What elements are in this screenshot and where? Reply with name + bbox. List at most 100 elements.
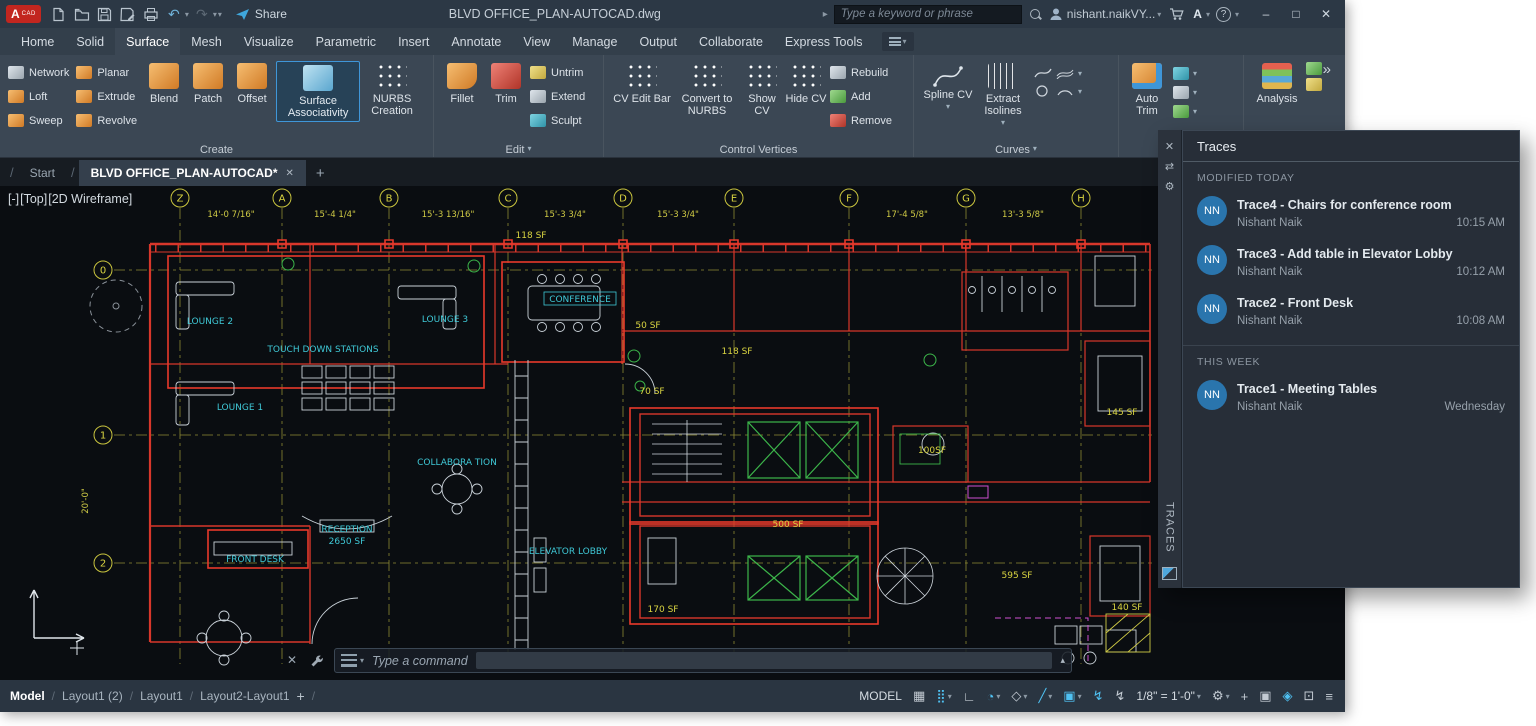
extend-button[interactable]: Extend xyxy=(530,86,585,107)
annotation-autoscale-toggle[interactable]: ↯ xyxy=(1111,686,1130,706)
commandline-close-icon[interactable]: ✕ xyxy=(287,653,297,667)
curvature-analysis-icon[interactable] xyxy=(1306,62,1322,75)
tab-model[interactable]: Model xyxy=(10,689,45,703)
close-button[interactable]: ✕ xyxy=(1311,2,1341,26)
undo-dropdown-icon[interactable]: ▾ xyxy=(185,10,189,19)
remove-button[interactable]: Remove xyxy=(830,110,892,131)
customization-button[interactable]: ≡ xyxy=(1321,687,1337,706)
graphics-performance-toggle[interactable]: ◈ xyxy=(1279,686,1297,706)
workspace-switching[interactable]: ⚙▾ xyxy=(1208,686,1234,706)
surface-associativity-toggle[interactable]: Surface Associativity xyxy=(276,61,360,122)
ribbon-expand-icon[interactable]: » xyxy=(1323,61,1331,78)
annotation-scale-button[interactable]: 1/8" = 1'-0"▾ xyxy=(1132,687,1205,705)
show-cv-button[interactable]: Show CV xyxy=(740,59,784,117)
blend-button[interactable]: Blend xyxy=(142,59,186,105)
loft-button[interactable]: Loft xyxy=(8,86,69,107)
new-file-icon[interactable] xyxy=(49,4,69,24)
extract-isolines-button[interactable]: Extract Isolines▾ xyxy=(976,59,1030,129)
annotation-monitor-toggle[interactable]: + xyxy=(1237,687,1253,706)
trace-item[interactable]: NN Trace3 - Add table in Elevator Lobby … xyxy=(1183,237,1519,286)
save-icon[interactable] xyxy=(95,4,115,24)
plot-icon[interactable] xyxy=(141,4,161,24)
save-as-icon[interactable] xyxy=(118,4,138,24)
ribbon-display-toggle[interactable]: ▾ xyxy=(882,32,914,51)
curve-circle-icon[interactable] xyxy=(1034,85,1052,97)
object-snap-tracking-toggle[interactable]: ╱▾ xyxy=(1034,686,1056,706)
annotation-visibility-toggle[interactable]: ↯ xyxy=(1089,686,1108,706)
search-icon[interactable] xyxy=(1028,7,1043,22)
maximize-button[interactable]: □ xyxy=(1281,2,1311,26)
add-button[interactable]: Add xyxy=(830,86,892,107)
isolate-objects-toggle[interactable]: ▣ xyxy=(1255,686,1275,706)
autodesk-access-icon[interactable]: A xyxy=(1193,7,1202,21)
tab-output[interactable]: Output xyxy=(628,28,688,55)
cart-icon[interactable] xyxy=(1167,4,1187,24)
hide-cv-button[interactable]: Hide CV xyxy=(784,59,828,105)
snap-mode-toggle[interactable]: ⣿▾ xyxy=(932,686,956,706)
commandline-customize-icon[interactable] xyxy=(310,654,324,673)
undo-icon[interactable]: ↶ xyxy=(164,4,184,24)
trace-item[interactable]: NN Trace1 - Meeting Tables Nishant NaikW… xyxy=(1183,372,1519,421)
command-history-field[interactable] xyxy=(476,652,1053,669)
project-to-view-icon[interactable] xyxy=(1173,86,1189,99)
trace-display-icon[interactable] xyxy=(1162,567,1177,580)
tab-layout2-layout1[interactable]: Layout2-Layout1 xyxy=(200,689,289,703)
tab-annotate[interactable]: Annotate xyxy=(440,28,512,55)
palette-properties-icon[interactable]: ⚙ xyxy=(1165,176,1175,196)
tab-parametric[interactable]: Parametric xyxy=(305,28,387,55)
new-layout-icon[interactable]: + xyxy=(297,688,305,704)
share-button[interactable]: Share xyxy=(235,7,287,21)
trim-button[interactable]: Trim xyxy=(484,59,528,105)
cv-edit-bar-button[interactable]: CV Edit Bar xyxy=(610,59,674,105)
redo-dropdown-icon[interactable]: ▾ xyxy=(213,10,217,19)
model-space-toggle[interactable]: MODEL xyxy=(855,687,906,705)
offset-curve-icon[interactable] xyxy=(1056,67,1074,79)
search-input[interactable] xyxy=(834,5,1022,24)
tab-visualize[interactable]: Visualize xyxy=(233,28,305,55)
tab-mesh[interactable]: Mesh xyxy=(180,28,233,55)
tab-solid[interactable]: Solid xyxy=(65,28,115,55)
palette-autohide-icon[interactable]: ⇄ xyxy=(1165,156,1174,176)
command-input[interactable]: Type a command xyxy=(372,654,468,668)
extrude-button[interactable]: Extrude xyxy=(76,86,137,107)
grid-display-toggle[interactable]: ▦ xyxy=(909,686,929,706)
isometric-drafting-toggle[interactable]: ◇▾ xyxy=(1007,686,1031,706)
trace-item[interactable]: NN Trace4 - Chairs for conference room N… xyxy=(1183,188,1519,237)
analysis-button[interactable]: Analysis xyxy=(1250,59,1304,105)
tab-manage[interactable]: Manage xyxy=(561,28,628,55)
blend-curves-icon[interactable] xyxy=(1034,67,1052,79)
revolve-button[interactable]: Revolve xyxy=(76,110,137,131)
viewport-view[interactable]: [Top] xyxy=(20,192,47,206)
ortho-mode-toggle[interactable]: ∟ xyxy=(959,687,980,706)
nurbs-creation-toggle[interactable]: NURBS Creation xyxy=(364,59,420,117)
search-collapse-icon[interactable]: ▸ xyxy=(823,9,828,20)
sculpt-button[interactable]: Sculpt xyxy=(530,110,585,131)
file-tab-start[interactable]: Start xyxy=(18,160,67,186)
tab-view[interactable]: View xyxy=(512,28,561,55)
user-menu[interactable]: nishant.naikVY... ▾ xyxy=(1049,7,1162,21)
trace-item[interactable]: NN Trace2 - Front Desk Nishant Naik10:08… xyxy=(1183,286,1519,335)
tab-home[interactable]: Home xyxy=(10,28,65,55)
project-to-ucs-icon[interactable] xyxy=(1173,67,1189,80)
project-to-vector-icon[interactable] xyxy=(1173,105,1189,118)
tab-layout1-2[interactable]: Layout1 (2) xyxy=(62,689,123,703)
palette-tab-label[interactable]: TRACES xyxy=(1164,502,1176,553)
help-icon[interactable]: ? xyxy=(1216,7,1231,22)
tab-layout1[interactable]: Layout1 xyxy=(140,689,183,703)
network-button[interactable]: Network xyxy=(8,62,69,83)
offset-button[interactable]: Offset xyxy=(230,59,274,105)
tab-surface[interactable]: Surface xyxy=(115,28,180,55)
qat-customize-icon[interactable]: ▾ xyxy=(218,10,222,19)
drawing-area[interactable]: ZABCDEFGH 012 14'-0 7/16"15'-4 1/4"15'-3… xyxy=(0,186,1345,680)
sweep-button[interactable]: Sweep xyxy=(8,110,69,131)
curve-arc-icon[interactable] xyxy=(1056,85,1074,97)
polar-tracking-toggle[interactable]: ◔▾ xyxy=(983,687,1005,706)
clean-screen-toggle[interactable]: ⊡ xyxy=(1300,686,1319,706)
convert-to-nurbs-button[interactable]: Convert to NURBS xyxy=(674,59,740,117)
tab-insert[interactable]: Insert xyxy=(387,28,440,55)
patch-button[interactable]: Patch xyxy=(186,59,230,105)
object-snap-toggle[interactable]: ▣▾ xyxy=(1059,686,1085,706)
rebuild-button[interactable]: Rebuild xyxy=(830,62,892,83)
ucs-icon[interactable] xyxy=(30,590,84,642)
autocad-logo[interactable]: A CAD xyxy=(6,5,41,23)
